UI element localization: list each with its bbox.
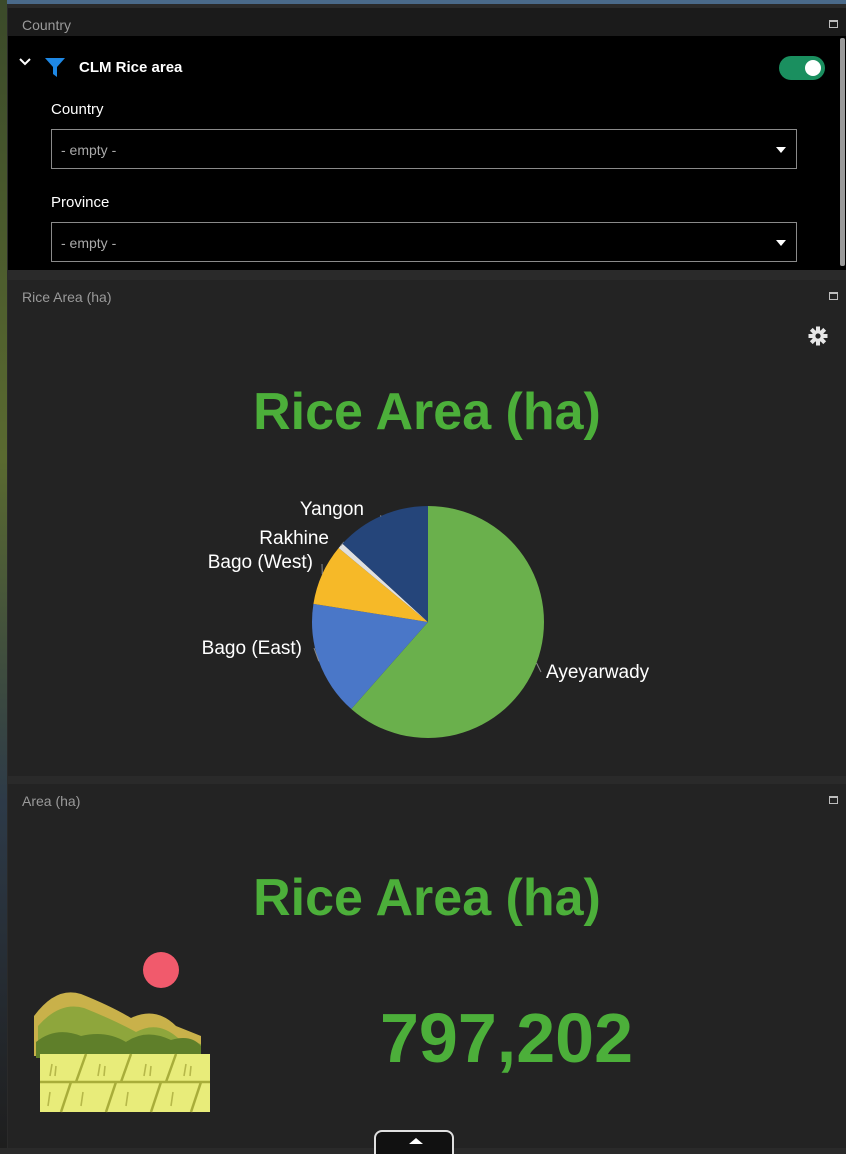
chevron-down-icon[interactable] (18, 56, 32, 68)
pie-label: Ayeyarwady (546, 662, 650, 683)
toggle-knob (805, 60, 821, 76)
country-select-value: - empty - (61, 142, 116, 158)
maximize-icon[interactable] (829, 796, 838, 804)
pie-leader-line (537, 663, 541, 672)
pie-chart: Ayeyarwady Bago (East) Bago (West) Rakhine Y… (8, 280, 846, 776)
layer-row: CLM Rice area (8, 52, 846, 82)
province-label: Province (51, 194, 109, 211)
scrollbar[interactable] (840, 38, 845, 266)
caret-down-icon (776, 240, 786, 246)
filter-panel: Country CLM Rice area Country - empty - … (8, 8, 846, 270)
panel-title: Country (22, 17, 71, 33)
indicator-heading: Rice Area (ha) (8, 868, 846, 928)
map-edge (0, 0, 7, 1148)
pie-label: Bago (West) (208, 552, 313, 573)
layer-name: CLM Rice area (79, 59, 182, 76)
province-select[interactable]: - empty - (51, 222, 797, 262)
layer-toggle[interactable] (779, 56, 825, 80)
panel-header: Area (ha) (8, 784, 846, 812)
pie-label: Bago (East) (202, 638, 302, 659)
expand-up-button[interactable] (374, 1130, 454, 1154)
expand-up-icon (409, 1138, 423, 1144)
filter-icon (44, 56, 66, 78)
country-select[interactable]: - empty - (51, 129, 797, 169)
top-strip (0, 0, 846, 4)
pie-label: Rakhine (259, 528, 329, 549)
province-select-value: - empty - (61, 235, 116, 251)
caret-down-icon (776, 147, 786, 153)
country-label: Country (51, 101, 104, 118)
rice-field-illustration (26, 946, 216, 1116)
pie-label: Yangon (300, 499, 364, 520)
indicator-value: 797,202 (380, 998, 633, 1078)
panel-title: Area (ha) (22, 793, 80, 809)
maximize-icon[interactable] (829, 20, 838, 28)
chart-panel: Rice Area (ha) Rice Area (ha) Ayeyarwady… (8, 280, 846, 776)
panel-header: Country (8, 8, 846, 36)
indicator-panel: Area (ha) Rice Area (ha) 797,202 (8, 784, 846, 1148)
